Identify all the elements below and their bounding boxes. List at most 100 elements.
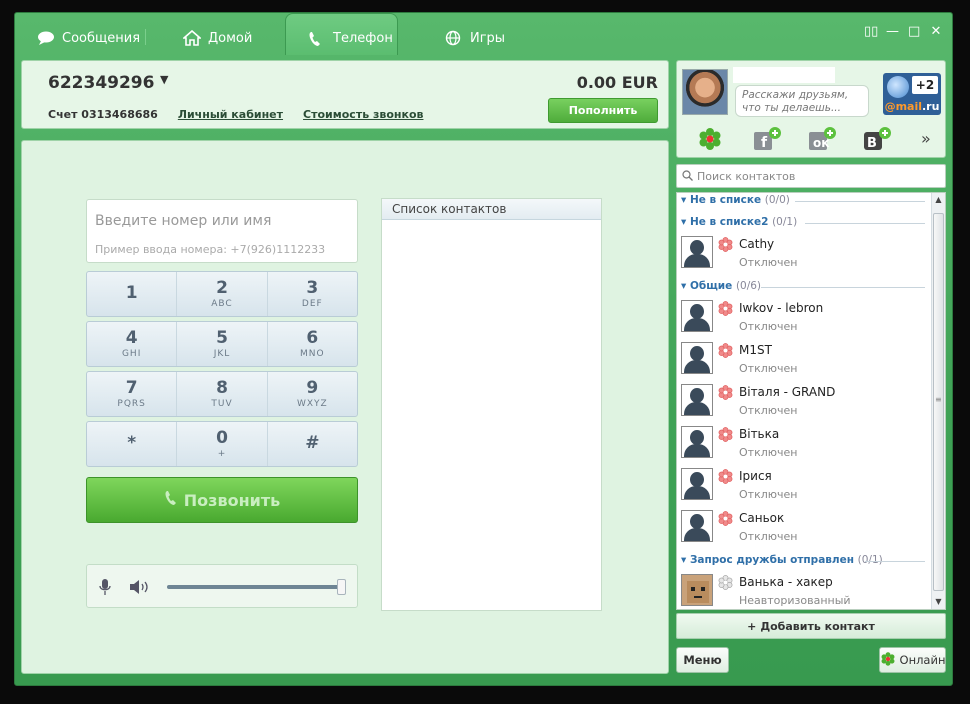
key-4[interactable]: 4 GHI: [87, 322, 178, 366]
group-divider: [805, 223, 925, 224]
tab-phone[interactable]: Телефон: [285, 13, 398, 55]
compact-mode-icon[interactable]: ▯▯: [864, 25, 878, 39]
contact-name: Ванька - хакер: [739, 575, 833, 589]
phone-icon: [164, 490, 178, 510]
facebook-add-icon[interactable]: f: [752, 126, 781, 152]
call-button-label: Позвонить: [183, 490, 281, 510]
group-header[interactable]: ▾ Общие (0/6): [681, 280, 761, 292]
personal-cabinet-link[interactable]: Личный кабинет: [178, 108, 283, 121]
contact-row[interactable]: Віталя - GRAND Отключен: [681, 383, 931, 423]
tab-bar: Сообщения Домой Телефон Игры: [15, 13, 675, 55]
window-controls: ▯▯ — □ ✕: [864, 25, 942, 39]
unauthorized-status-icon: [718, 575, 733, 590]
contact-name: M1ST: [739, 343, 772, 357]
microphone-icon[interactable]: [99, 578, 111, 596]
tab-games[interactable]: Игры: [445, 13, 515, 55]
scroll-up-icon[interactable]: ▲: [932, 193, 945, 207]
scroll-down-icon[interactable]: ▼: [932, 595, 945, 609]
more-services-icon[interactable]: »: [921, 129, 931, 148]
key-3[interactable]: 3 DEF: [268, 272, 357, 316]
tab-messages[interactable]: Сообщения: [37, 13, 140, 55]
odnoklassniki-add-icon[interactable]: ок: [807, 126, 836, 152]
volume-slider-handle[interactable]: [337, 579, 346, 595]
tab-home[interactable]: Домой: [181, 13, 263, 55]
volume-slider[interactable]: [167, 585, 345, 589]
group-divider: [795, 201, 925, 202]
key-9[interactable]: 9 WXYZ: [268, 372, 357, 416]
app-window: Сообщения Домой Телефон Игры ▯▯ — □ ✕ 62…: [14, 12, 953, 686]
keypad-row: 4 GHI 5 JKL 6 MNO: [86, 321, 358, 367]
globe-icon: [887, 76, 909, 98]
add-contact-button[interactable]: + Добавить контакт: [676, 613, 946, 639]
key-hash[interactable]: #: [268, 422, 357, 466]
key-star[interactable]: *: [87, 422, 178, 466]
contact-row[interactable]: M1ST Отключен: [681, 341, 931, 381]
avatar: [681, 510, 713, 542]
globe-icon: [445, 30, 463, 46]
avatar: [681, 574, 713, 606]
audio-controls: [86, 564, 358, 608]
minimize-icon[interactable]: —: [886, 25, 899, 39]
vkontakte-add-icon[interactable]: В: [862, 126, 891, 152]
contact-row[interactable]: Cathy Отключен: [681, 235, 931, 275]
icq-flower-icon[interactable]: [697, 126, 723, 152]
user-name-field[interactable]: [733, 67, 835, 83]
contact-search[interactable]: Поиск контактов: [676, 164, 946, 188]
key-0[interactable]: 0 +: [177, 422, 268, 466]
home-icon: [181, 29, 203, 46]
phone-account-number[interactable]: 622349296: [48, 73, 154, 93]
contact-status: Отключен: [739, 488, 798, 501]
key-2[interactable]: 2 ABC: [177, 272, 268, 316]
contact-row[interactable]: Вітька Отключен: [681, 425, 931, 465]
online-status-button[interactable]: Онлайн: [879, 647, 946, 673]
contacts-scrollbar[interactable]: ▲ ≡ ▼: [931, 193, 945, 609]
call-button[interactable]: Позвонить: [86, 477, 358, 523]
maximize-icon[interactable]: □: [908, 25, 920, 39]
speaker-icon[interactable]: [129, 580, 151, 594]
key-8[interactable]: 8 TUV: [177, 372, 268, 416]
dialer-panel: Введите номер или имя Пример ввода номер…: [21, 140, 669, 674]
svg-text:В: В: [867, 136, 877, 151]
group-header[interactable]: ▾ Не в списке2 (0/1): [681, 216, 797, 228]
tab-label: Игры: [470, 30, 506, 46]
svg-text:f: f: [761, 135, 768, 151]
account-balance: 0.00 EUR: [576, 73, 658, 92]
group-header[interactable]: ▾ Не в списке (0/0): [681, 194, 790, 206]
phone-number-input[interactable]: Введите номер или имя Пример ввода номер…: [86, 199, 358, 263]
search-placeholder: Поиск контактов: [697, 170, 796, 183]
status-input[interactable]: Расскажи друзьям, что ты делаешь...: [735, 85, 869, 117]
mailru-button[interactable]: +2 @mail.ru: [883, 73, 941, 115]
key-1[interactable]: 1: [87, 272, 178, 316]
offline-status-icon: [718, 427, 733, 442]
menu-button[interactable]: Меню: [676, 647, 729, 673]
contact-name: Iwkov - lebron: [739, 301, 824, 315]
key-6[interactable]: 6 MNO: [268, 322, 357, 366]
key-7[interactable]: 7 PQRS: [87, 372, 178, 416]
topup-button[interactable]: Пополнить: [548, 98, 658, 123]
contact-row[interactable]: Ванька - хакер Неавторизованный: [681, 573, 931, 613]
contact-status: Отключен: [739, 404, 798, 417]
contact-row[interactable]: Ірися Отключен: [681, 467, 931, 507]
online-status-label: Онлайн: [899, 653, 946, 667]
key-5[interactable]: 5 JKL: [177, 322, 268, 366]
call-rates-link[interactable]: Стоимость звонков: [303, 108, 423, 121]
chat-icon: [37, 30, 55, 46]
contact-status: Неавторизованный: [739, 594, 851, 607]
offline-status-icon: [718, 343, 733, 358]
account-id: Счет 0313468686: [48, 108, 158, 121]
avatar: [681, 300, 713, 332]
chevron-down-icon[interactable]: ▼: [160, 73, 168, 86]
tab-label: Домой: [208, 30, 253, 46]
avatar[interactable]: [682, 69, 728, 115]
contact-row[interactable]: Саньок Отключен: [681, 509, 931, 549]
contact-row[interactable]: Iwkov - lebron Отключен: [681, 299, 931, 339]
avatar: [681, 426, 713, 458]
group-header[interactable]: ▾ Запрос дружбы отправлен (0/1): [681, 554, 883, 566]
close-icon[interactable]: ✕: [930, 25, 942, 39]
add-contact-label: Добавить контакт: [760, 619, 875, 633]
tab-label: Телефон: [333, 31, 393, 46]
contact-name: Вітька: [739, 427, 780, 441]
contact-name: Cathy: [739, 237, 775, 251]
keypad-row: 1 2 ABC 3 DEF: [86, 271, 358, 317]
avatar: [681, 236, 713, 268]
